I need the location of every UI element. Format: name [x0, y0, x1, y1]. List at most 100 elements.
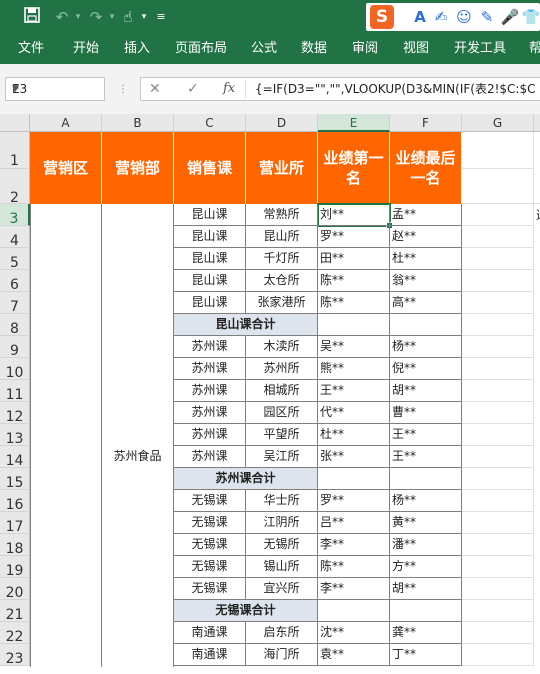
- row-header-18[interactable]: 18: [0, 534, 30, 557]
- cell-c13[interactable]: 苏州课: [174, 424, 246, 446]
- cell-c9[interactable]: 苏州课: [174, 336, 246, 358]
- undo-dropdown-icon[interactable]: ▾: [72, 7, 84, 27]
- cell-d17[interactable]: 江阴所: [246, 512, 318, 534]
- row-header-19[interactable]: 19: [0, 556, 30, 579]
- row-header-14[interactable]: 14: [0, 446, 30, 469]
- undo-icon[interactable]: ↶: [52, 7, 72, 27]
- cell-g16[interactable]: [462, 490, 534, 512]
- cell-c12[interactable]: 苏州课: [174, 402, 246, 424]
- cell-c4[interactable]: 昆山课: [174, 226, 246, 248]
- column-header-a[interactable]: A: [30, 114, 102, 132]
- subtotal-cell-e[interactable]: [318, 468, 390, 490]
- cell-c6[interactable]: 昆山课: [174, 270, 246, 292]
- cell-e5[interactable]: 田**: [318, 248, 390, 270]
- cell-g18[interactable]: [462, 534, 534, 556]
- tab-data[interactable]: 数据: [301, 34, 327, 64]
- customize-dropdown-icon[interactable]: ≡: [154, 7, 168, 27]
- column-header-d[interactable]: D: [246, 114, 318, 132]
- ime-language-icon[interactable]: A: [410, 6, 430, 28]
- cell-f7[interactable]: 高**: [390, 292, 462, 314]
- cell-f18[interactable]: 潘**: [390, 534, 462, 556]
- cell-e17[interactable]: 吕**: [318, 512, 390, 534]
- header-cell-region[interactable]: 营销区: [30, 132, 102, 204]
- cell-f11[interactable]: 胡**: [390, 380, 462, 402]
- cell-c7[interactable]: 昆山课: [174, 292, 246, 314]
- cell-c16[interactable]: 无锡课: [174, 490, 246, 512]
- cell-g22[interactable]: [462, 622, 534, 644]
- formula-bar-splitter[interactable]: ⋮: [118, 84, 128, 95]
- cell-e14[interactable]: 张**: [318, 446, 390, 468]
- tab-view[interactable]: 视图: [403, 34, 429, 64]
- cell-e23[interactable]: 袁**: [318, 644, 390, 666]
- column-header-c[interactable]: C: [174, 114, 246, 132]
- cell-d4[interactable]: 昆山所: [246, 226, 318, 248]
- subtotal-row-label[interactable]: 无锡课合计: [174, 600, 318, 622]
- cell-g12[interactable]: [462, 402, 534, 424]
- subtotal-cell-e[interactable]: [318, 600, 390, 622]
- cell-f3[interactable]: 孟**: [390, 204, 462, 226]
- column-header-b[interactable]: B: [102, 114, 174, 132]
- cell-d20[interactable]: 宜兴所: [246, 578, 318, 600]
- cell-f6[interactable]: 翁**: [390, 270, 462, 292]
- subtotal-row-label[interactable]: 苏州课合计: [174, 468, 318, 490]
- row-header-5[interactable]: 5: [0, 248, 30, 271]
- row-header-8[interactable]: 8: [0, 314, 30, 337]
- column-header-e[interactable]: E: [318, 114, 390, 132]
- row-header-21[interactable]: 21: [0, 600, 30, 623]
- subtotal-cell-e[interactable]: [318, 314, 390, 336]
- cell-e22[interactable]: 沈**: [318, 622, 390, 644]
- ime-emoji-icon[interactable]: ☺: [454, 6, 474, 28]
- header-cell-sales-section[interactable]: 销售课: [174, 132, 246, 204]
- row-header-12[interactable]: 12: [0, 402, 30, 425]
- cell-c5[interactable]: 昆山课: [174, 248, 246, 270]
- cell-g23[interactable]: [462, 644, 534, 666]
- cell-g10[interactable]: [462, 358, 534, 380]
- cell-c11[interactable]: 苏州课: [174, 380, 246, 402]
- row-header-9[interactable]: 9: [0, 336, 30, 359]
- cell-d12[interactable]: 园区所: [246, 402, 318, 424]
- tab-home[interactable]: 开始: [73, 34, 99, 64]
- cell-e13[interactable]: 杜**: [318, 424, 390, 446]
- cell-c23[interactable]: 南通课: [174, 644, 246, 666]
- enter-icon[interactable]: ✓: [187, 78, 199, 100]
- cell-f4[interactable]: 赵**: [390, 226, 462, 248]
- cell-e20[interactable]: 李**: [318, 578, 390, 600]
- header-cell-bottom-performer[interactable]: 业绩最后一名: [390, 132, 462, 204]
- cell-e7[interactable]: 陈**: [318, 292, 390, 314]
- cell-g1[interactable]: [462, 132, 534, 169]
- subtotal-cell-f[interactable]: [390, 600, 462, 622]
- cell-c3[interactable]: 昆山课: [174, 204, 246, 226]
- cell-g4[interactable]: [462, 226, 534, 248]
- row-header-1[interactable]: 1: [0, 132, 30, 169]
- subtotal-row-label[interactable]: 昆山课合计: [174, 314, 318, 336]
- cell-d22[interactable]: 启东所: [246, 622, 318, 644]
- cell-g11[interactable]: [462, 380, 534, 402]
- cell-e6[interactable]: 陈**: [318, 270, 390, 292]
- merged-cell-region[interactable]: [30, 204, 102, 667]
- row-header-23[interactable]: 23: [0, 644, 30, 667]
- select-all-corner[interactable]: [0, 114, 30, 132]
- cell-g13[interactable]: [462, 424, 534, 446]
- cell-g5[interactable]: [462, 248, 534, 270]
- cell-g17[interactable]: [462, 512, 534, 534]
- cell-f5[interactable]: 杜**: [390, 248, 462, 270]
- cell-h1[interactable]: [534, 132, 540, 204]
- cell-d23[interactable]: 海门所: [246, 644, 318, 666]
- cell-g21[interactable]: [462, 600, 534, 622]
- cell-d5[interactable]: 千灯所: [246, 248, 318, 270]
- cell-d7[interactable]: 张家港所: [246, 292, 318, 314]
- cell-e9[interactable]: 吴**: [318, 336, 390, 358]
- row-header-15[interactable]: 15: [0, 468, 30, 491]
- touch-dropdown-icon[interactable]: ▾: [138, 7, 150, 27]
- cancel-icon[interactable]: ✕: [149, 78, 161, 100]
- row-header-10[interactable]: 10: [0, 358, 30, 381]
- merged-cell-department[interactable]: 苏州食品: [102, 204, 174, 667]
- cell-e16[interactable]: 罗**: [318, 490, 390, 512]
- cell-e18[interactable]: 李**: [318, 534, 390, 556]
- cell-c14[interactable]: 苏州课: [174, 446, 246, 468]
- row-header-4[interactable]: 4: [0, 226, 30, 249]
- cell-d9[interactable]: 木渎所: [246, 336, 318, 358]
- subtotal-cell-f[interactable]: [390, 468, 462, 490]
- ime-punctuation-icon[interactable]: ✍: [431, 6, 451, 28]
- cell-d13[interactable]: 平望所: [246, 424, 318, 446]
